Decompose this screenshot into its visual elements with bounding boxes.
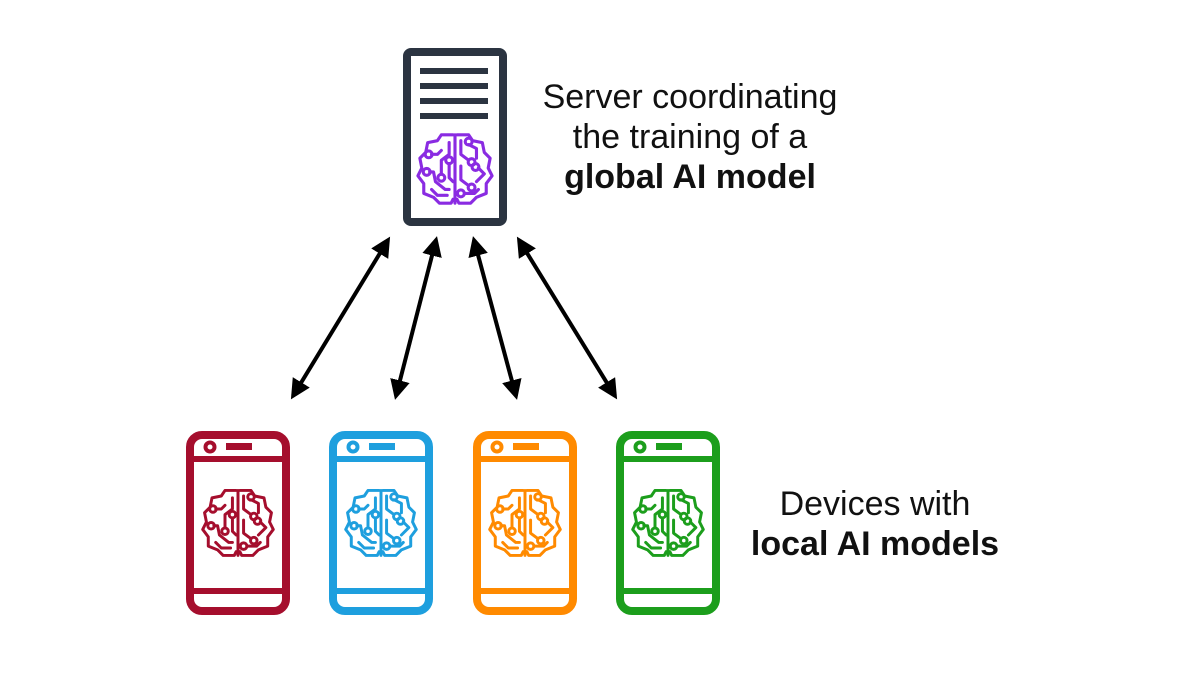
devices-caption-line-1: Devices with xyxy=(779,485,971,523)
arrow-server-device-3 xyxy=(468,236,522,400)
server-icon xyxy=(403,48,507,226)
arrow-server-device-4 xyxy=(516,236,618,400)
server-caption-line-1: Server coordinating xyxy=(542,78,838,116)
smartphone-icon-blue xyxy=(329,431,433,615)
devices-caption-line-2: local AI models xyxy=(750,525,1000,563)
arrow-server-device-1 xyxy=(290,236,391,400)
smartphone-icon-green xyxy=(616,431,720,615)
arrow-server-device-2 xyxy=(390,236,442,400)
smartphone-icon-red xyxy=(186,431,290,615)
server-caption-line-3: global AI model xyxy=(564,158,816,196)
server-caption: Server coordinating the training of a gl… xyxy=(500,77,880,197)
arrows xyxy=(290,236,618,400)
devices-caption: Devices with local AI models xyxy=(720,484,1030,564)
server-caption-line-2: the training of a xyxy=(572,118,808,156)
smartphone-icon-orange xyxy=(473,431,577,615)
